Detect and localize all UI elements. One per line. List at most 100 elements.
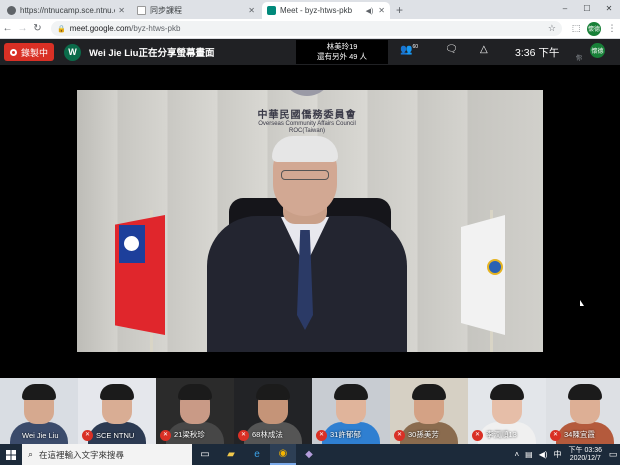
sign-chinese: 中華民國僑務委員會 xyxy=(257,110,357,121)
menu-kebab-icon[interactable]: ⋮ xyxy=(604,23,620,34)
presenter-avatar: W xyxy=(64,43,82,61)
participant-tile[interactable]: ✕ 30孫美芳 xyxy=(390,378,468,444)
reload-icon[interactable]: ↻ xyxy=(30,23,45,34)
meeting-clock: 3:36 下午 xyxy=(515,47,560,59)
browser-tab-meet[interactable]: Meet - byz-htws-pkb ◀) ✕ xyxy=(262,2,390,19)
close-icon[interactable]: ✕ xyxy=(118,6,125,15)
mic-off-icon: ✕ xyxy=(238,430,249,441)
ime-language[interactable]: 中 xyxy=(554,449,562,460)
extensions-icon[interactable]: ⬚ xyxy=(568,23,584,34)
new-tab-button[interactable]: + xyxy=(396,2,403,19)
lock-icon[interactable]: 🔒 xyxy=(57,25,66,33)
url-field[interactable]: 🔒 meet.google.com/byz-htws-pkb ☆ xyxy=(51,21,562,36)
mouse-cursor xyxy=(580,300,584,306)
participant-tile[interactable]: ✕ 68林成法 xyxy=(234,378,312,444)
participant-name: 68林成法 xyxy=(252,430,283,439)
windows-logo-icon xyxy=(6,449,16,460)
speaker-icon[interactable]: ◀) xyxy=(366,7,374,15)
participant-hair xyxy=(100,384,134,400)
council-flag xyxy=(461,215,505,335)
participant-name: Wei Jie Liu xyxy=(22,431,59,440)
close-window-button[interactable]: ✕ xyxy=(598,0,620,17)
network-icon[interactable]: ▤ xyxy=(525,450,533,459)
start-button[interactable] xyxy=(0,444,22,465)
participant-name: 31許郁郁 xyxy=(330,430,361,439)
search-icon: ⌕ xyxy=(28,449,34,459)
presentation-video[interactable]: 中華民國僑務委員會 Overseas Community Affairs Cou… xyxy=(77,90,543,352)
notification-line-2: 還有另外 49 人 xyxy=(316,52,367,61)
address-bar: ← → ↻ 🔒 meet.google.com/byz-htws-pkb ☆ ⬚… xyxy=(0,19,620,39)
self-label: 你 xyxy=(576,56,583,62)
flag-sun xyxy=(124,236,139,251)
bookmark-star-icon[interactable]: ☆ xyxy=(548,23,556,34)
participant-tile[interactable]: Wei Jie Liu xyxy=(0,378,78,444)
participant-tile[interactable]: ✕ 21梁秋珍 xyxy=(156,378,234,444)
participant-hair xyxy=(490,384,524,400)
meet-top-bar: 錄製中 W Wei Jie Liu正在分享螢幕畫面 林美玲19 還有另外 49 … xyxy=(0,39,620,65)
tab-title: Meet - byz-htws-pkb xyxy=(280,6,353,15)
people-button[interactable]: 👥60 xyxy=(400,44,418,55)
account-avatar[interactable]: 懷德 xyxy=(590,43,605,58)
maximize-button[interactable]: ☐ xyxy=(576,0,598,17)
recording-badge[interactable]: 錄製中 xyxy=(4,43,55,61)
url-text: meet.google.com/byz-htws-pkb xyxy=(69,24,181,33)
windows-taskbar: ⌕ 在這裡輸入文字來搜尋 ▭ ▰ e ◉ ◆ ˄ ▤ ◀) 中 下午 03:36… xyxy=(0,444,620,465)
participant-tile[interactable]: ✕ 34陳宜霞 xyxy=(546,378,620,444)
search-placeholder: 在這裡輸入文字來搜尋 xyxy=(39,449,125,460)
participant-hair xyxy=(568,384,602,400)
chat-button[interactable]: 🗨 xyxy=(445,44,458,55)
browser-tab-sync-course[interactable]: 同步課程 ✕ xyxy=(132,2,260,19)
shapes-icon: △ xyxy=(480,44,488,55)
speaker-hair xyxy=(272,136,338,162)
close-icon[interactable]: ✕ xyxy=(378,6,385,15)
participant-name: 34陳宜霞 xyxy=(564,430,595,439)
join-notification: 林美玲19 還有另外 49 人 xyxy=(296,40,388,64)
forward-arrow-icon[interactable]: → xyxy=(15,23,30,34)
notification-icon[interactable]: ▭ xyxy=(606,449,620,460)
system-tray: ˄ ▤ ◀) 中 下午 03:36 2020/12/7 ▭ xyxy=(511,447,620,463)
mic-off-icon: ✕ xyxy=(472,430,483,441)
participant-tile[interactable]: ✕ 31許郁郁 xyxy=(312,378,390,444)
edge-icon[interactable]: e xyxy=(244,444,270,465)
page-icon xyxy=(137,6,146,15)
speaker-glasses xyxy=(281,170,329,180)
browser-tab-bar: https://ntnucamp.sce.ntnu.edu ✕ 同步課程 ✕ M… xyxy=(0,0,620,19)
window-controls: – ☐ ✕ xyxy=(554,0,620,17)
taskbar-clock[interactable]: 下午 03:36 2020/12/7 xyxy=(569,447,602,463)
task-view-icon[interactable]: ▭ xyxy=(192,444,218,465)
sign-english-2: ROC(Taiwan) xyxy=(288,128,325,134)
participant-tile[interactable]: ✕ SCE NTNU xyxy=(78,378,156,444)
globe-icon xyxy=(7,6,16,15)
participant-tile[interactable]: ✕ 李潤順13 xyxy=(468,378,546,444)
record-icon xyxy=(10,48,17,56)
participant-hair xyxy=(178,384,212,400)
participant-hair xyxy=(22,384,56,400)
participant-name: SCE NTNU xyxy=(96,431,135,440)
participant-name: 30孫美芳 xyxy=(408,430,439,439)
tab-title: https://ntnucamp.sce.ntnu.edu xyxy=(20,6,115,15)
chrome-icon[interactable]: ◉ xyxy=(270,444,296,465)
participant-name: 21梁秋珍 xyxy=(174,430,205,439)
volume-icon[interactable]: ◀) xyxy=(539,450,548,459)
browser-tab-ntnucamp[interactable]: https://ntnucamp.sce.ntnu.edu ✕ xyxy=(2,2,130,19)
main-stage: 中華民國僑務委員會 Overseas Community Affairs Cou… xyxy=(0,65,620,378)
mic-off-icon: ✕ xyxy=(316,430,327,441)
minimize-button[interactable]: – xyxy=(554,0,576,17)
roc-flag xyxy=(115,215,165,335)
mic-off-icon: ✕ xyxy=(550,430,561,441)
close-icon[interactable]: ✕ xyxy=(248,6,255,15)
sign-english-1: Overseas Community Affairs Council xyxy=(258,121,356,127)
tray-chevron-icon[interactable]: ˄ xyxy=(514,450,519,459)
meet-icon xyxy=(267,6,276,15)
back-arrow-icon[interactable]: ← xyxy=(0,23,15,34)
recording-label: 錄製中 xyxy=(21,47,49,58)
taskbar-search[interactable]: ⌕ 在這裡輸入文字來搜尋 xyxy=(22,444,192,465)
profile-avatar[interactable]: 懷德 xyxy=(587,21,601,36)
participant-hair xyxy=(334,384,368,400)
notification-line-1: 林美玲19 xyxy=(326,42,358,51)
app-icon[interactable]: ◆ xyxy=(296,444,322,465)
file-explorer-icon[interactable]: ▰ xyxy=(218,444,244,465)
mic-off-icon: ✕ xyxy=(82,430,93,441)
presenting-status: Wei Jie Liu正在分享螢幕畫面 xyxy=(89,48,215,59)
activities-button[interactable]: △ xyxy=(480,44,488,55)
